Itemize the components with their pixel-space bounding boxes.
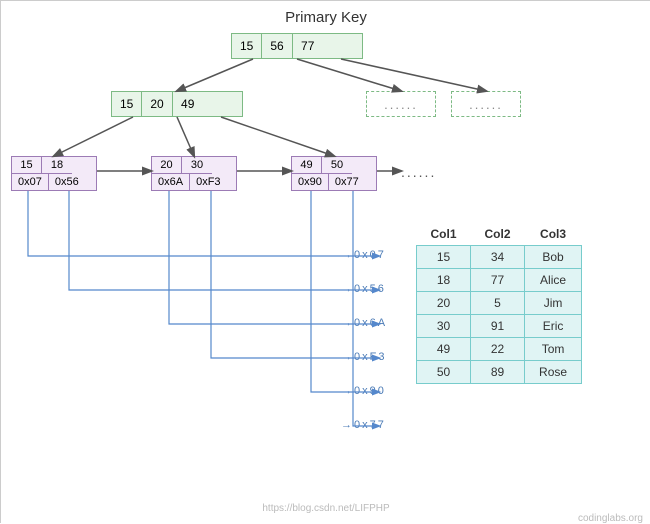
table-cell-2-1: 5 [471, 292, 525, 315]
l2-cell-0: 15 [112, 92, 142, 116]
root-cell-0: 15 [232, 34, 262, 58]
table-row: 205Jim [417, 292, 582, 315]
level2-node: 15 20 49 [111, 91, 243, 117]
table-row: 5089Rose [417, 361, 582, 384]
dashed-box-2: ...... [451, 91, 521, 117]
ptr-5: →0x77 [341, 419, 386, 431]
leaf1-top-0: 20 [152, 157, 182, 174]
table-cell-4-2: Tom [525, 338, 582, 361]
ptr-2: →0x6A [341, 317, 387, 329]
table-cell-1-0: 18 [417, 269, 471, 292]
table-cell-2-2: Jim [525, 292, 582, 315]
ptr-4: →0x90 [341, 385, 386, 397]
leaf-node-0: 15 18 0x07 0x56 [11, 156, 97, 191]
table-row: 1877Alice [417, 269, 582, 292]
page-title: Primary Key [1, 9, 650, 26]
table-cell-3-0: 30 [417, 315, 471, 338]
root-cell-2: 77 [293, 34, 323, 58]
diagram-container: Primary Key 15 56 77 15 20 49 ...... ...… [1, 1, 650, 524]
leaf1-bot-1: 0xF3 [190, 174, 226, 190]
col-header-1: Col2 [471, 223, 525, 246]
leaf2-bot-1: 0x77 [329, 174, 365, 190]
l2-cell-1: 20 [142, 92, 172, 116]
l2-cell-2: 49 [173, 92, 203, 116]
leaf-dots: ...... [401, 164, 436, 180]
table-cell-0-1: 34 [471, 246, 525, 269]
table-cell-5-1: 89 [471, 361, 525, 384]
table-cell-1-2: Alice [525, 269, 582, 292]
table-row: 1534Bob [417, 246, 582, 269]
table-row: 3091Eric [417, 315, 582, 338]
table-cell-4-0: 49 [417, 338, 471, 361]
table-cell-2-0: 20 [417, 292, 471, 315]
table-cell-0-2: Bob [525, 246, 582, 269]
leaf0-top-1: 18 [42, 157, 72, 174]
table-cell-5-0: 50 [417, 361, 471, 384]
table-cell-5-2: Rose [525, 361, 582, 384]
leaf2-top-1: 50 [322, 157, 352, 174]
table-cell-1-1: 77 [471, 269, 525, 292]
leaf-node-2: 49 50 0x90 0x77 [291, 156, 377, 191]
root-cell-1: 56 [262, 34, 292, 58]
leaf2-top-0: 49 [292, 157, 322, 174]
table-cell-3-2: Eric [525, 315, 582, 338]
leaf0-bot-0: 0x07 [12, 174, 49, 190]
watermark2: codinglabs.org [578, 513, 643, 524]
ptr-0: →0x07 [341, 249, 386, 261]
table-row: 4922Tom [417, 338, 582, 361]
col-header-2: Col3 [525, 223, 582, 246]
col-header-0: Col1 [417, 223, 471, 246]
root-node: 15 56 77 [231, 33, 363, 59]
leaf2-bot-0: 0x90 [292, 174, 329, 190]
ptr-3: →0xF3 [341, 351, 386, 363]
table-cell-0-0: 15 [417, 246, 471, 269]
table-cell-3-1: 91 [471, 315, 525, 338]
leaf0-bot-1: 0x56 [49, 174, 85, 190]
table-cell-4-1: 22 [471, 338, 525, 361]
leaf1-top-1: 30 [182, 157, 212, 174]
dashed-box-1: ...... [366, 91, 436, 117]
watermark: https://blog.csdn.net/LIFPHP [262, 503, 389, 514]
leaf1-bot-0: 0x6A [152, 174, 190, 190]
ptr-1: →0x56 [341, 283, 386, 295]
leaf0-top-0: 15 [12, 157, 42, 174]
leaf-node-1: 20 30 0x6A 0xF3 [151, 156, 237, 191]
data-table: Col1 Col2 Col3 1534Bob1877Alice205Jim309… [416, 223, 582, 384]
